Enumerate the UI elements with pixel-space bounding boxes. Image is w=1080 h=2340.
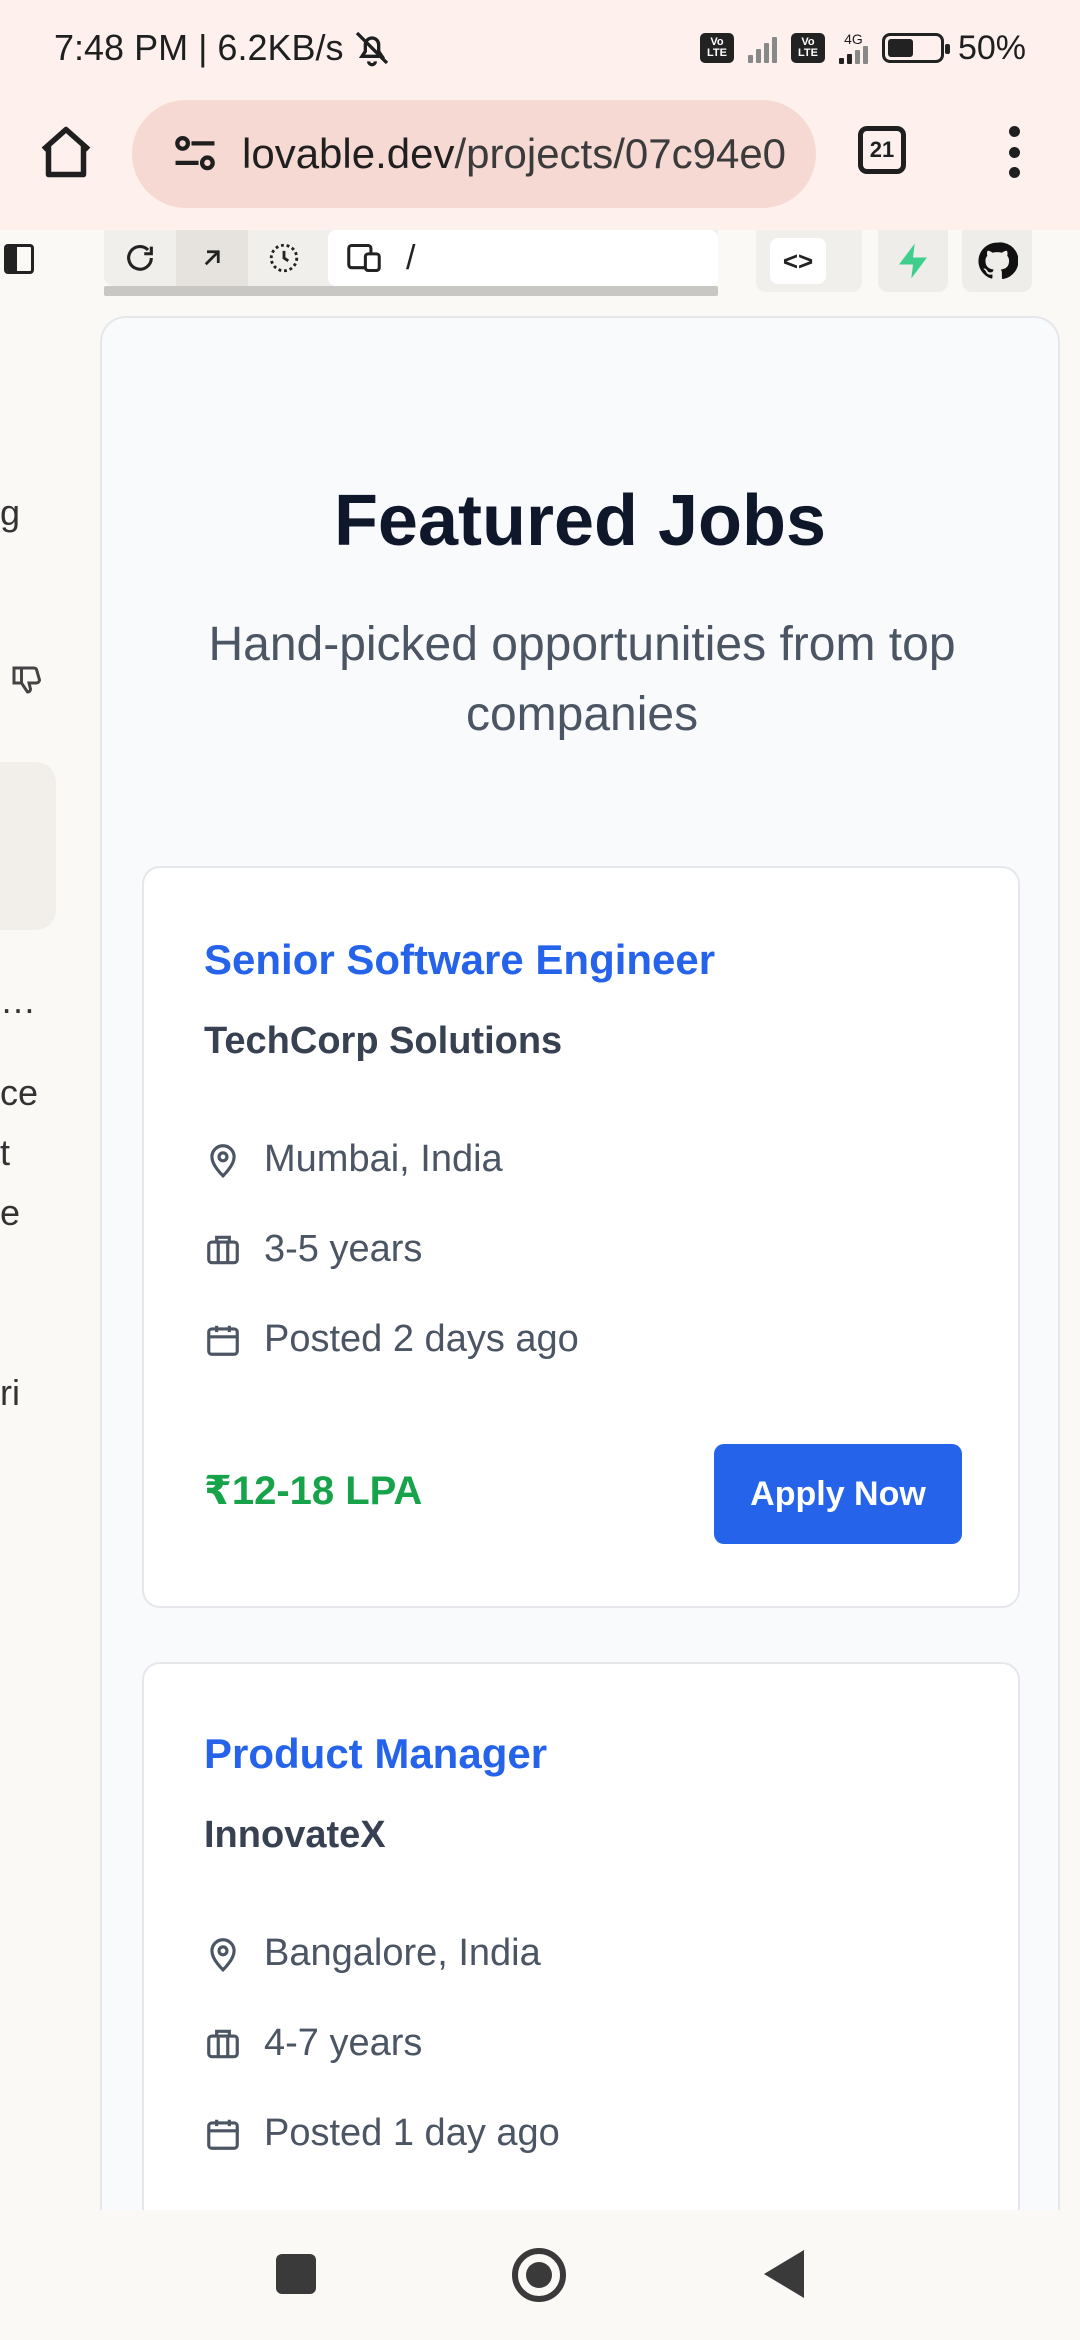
thumbs-down-icon[interactable] bbox=[8, 662, 44, 698]
supabase-button[interactable] bbox=[878, 230, 948, 292]
chat-text-fragment: g bbox=[0, 492, 21, 533]
page-subtitle: Hand-picked opportunities from top compa… bbox=[208, 618, 956, 741]
signal-icon bbox=[747, 33, 777, 63]
volte-icon-2: Vo LTE bbox=[790, 33, 825, 63]
preview-controls: / bbox=[104, 230, 718, 286]
status-time-speed: 7:48 PM | 6.2KB/s bbox=[54, 27, 344, 68]
editor-toolbar: / <> bbox=[0, 230, 1080, 300]
chat-text-fragment: … bbox=[0, 980, 36, 1021]
chat-text-fragment: t bbox=[0, 1132, 11, 1173]
github-button[interactable] bbox=[962, 230, 1032, 292]
chat-message-card bbox=[0, 762, 56, 930]
job-posted: Posted 1 day ago bbox=[204, 2112, 560, 2155]
history-button[interactable] bbox=[248, 230, 320, 286]
job-card: Senior Software Engineer TechCorp Soluti… bbox=[142, 866, 1020, 1608]
network-type: 4G bbox=[838, 32, 868, 64]
sidebar-toggle-icon[interactable] bbox=[4, 244, 34, 274]
job-experience: 4-7 years bbox=[204, 2022, 422, 2065]
open-external-button[interactable] bbox=[176, 230, 248, 286]
job-company: InnovateX bbox=[204, 1814, 386, 1856]
refresh-icon bbox=[127, 245, 153, 271]
code-button[interactable]: <> bbox=[756, 230, 862, 292]
job-posted-text: Posted 2 days ago bbox=[264, 1318, 579, 1360]
url-field[interactable]: lovable.dev/projects/07c94e0 bbox=[132, 100, 816, 208]
job-salary: ₹12-18 LPA bbox=[204, 1469, 423, 1513]
home-button[interactable] bbox=[512, 2248, 566, 2302]
apply-now-button[interactable]: Apply Now bbox=[714, 1444, 962, 1544]
battery-icon bbox=[881, 33, 950, 63]
browser-address-bar: lovable.dev/projects/07c94e0 21 bbox=[0, 96, 1080, 230]
job-company: TechCorp Solutions bbox=[204, 1020, 563, 1062]
device-icon[interactable] bbox=[346, 242, 382, 274]
chat-text-fragment: e bbox=[0, 1192, 21, 1233]
url-text: lovable.dev/projects/07c94e0 bbox=[242, 130, 787, 177]
home-icon[interactable] bbox=[36, 122, 96, 182]
arrow-up-right-icon bbox=[204, 250, 220, 266]
chat-text-fragment: ri bbox=[0, 1372, 20, 1413]
map-pin-icon bbox=[210, 1143, 236, 1178]
github-icon bbox=[978, 242, 1018, 280]
phone-screen: 7:48 PM | 6.2KB/s Vo LTE Vo LTE 4G 50% l… bbox=[0, 0, 1080, 2340]
more-options-icon[interactable] bbox=[1000, 122, 1028, 182]
route-box[interactable]: / bbox=[328, 230, 718, 286]
job-location: Bangalore, India bbox=[204, 1932, 541, 1975]
page-title: Featured Jobs bbox=[333, 481, 827, 561]
battery-percent: 50% bbox=[957, 28, 1026, 67]
job-experience: 3-5 years bbox=[204, 1228, 422, 1271]
job-title[interactable]: Senior Software Engineer bbox=[204, 936, 715, 984]
battery-fill bbox=[887, 39, 913, 57]
back-button[interactable] bbox=[764, 2250, 804, 2298]
job-location-text: Bangalore, India bbox=[264, 1932, 541, 1974]
site-settings-icon[interactable] bbox=[172, 134, 218, 174]
app-preview-frame: Featured Jobs Hand-picked opportunities … bbox=[100, 316, 1060, 2306]
briefcase-icon bbox=[207, 1235, 239, 1264]
job-location: Mumbai, India bbox=[204, 1138, 503, 1181]
map-pin-icon bbox=[210, 1937, 236, 1972]
calendar-icon bbox=[207, 2119, 239, 2150]
refresh-button[interactable] bbox=[104, 230, 176, 286]
supabase-icon bbox=[899, 243, 927, 279]
job-location-text: Mumbai, India bbox=[264, 1138, 503, 1180]
job-experience-text: 3-5 years bbox=[264, 1228, 423, 1270]
bell-off-icon bbox=[355, 31, 388, 67]
code-icon: <> bbox=[770, 238, 826, 284]
route-path: / bbox=[406, 238, 416, 277]
signal-icon-2 bbox=[838, 46, 868, 64]
job-posted: Posted 2 days ago bbox=[204, 1318, 579, 1361]
status-bar: 7:48 PM | 6.2KB/s Vo LTE Vo LTE 4G 50% bbox=[0, 0, 1080, 96]
job-title[interactable]: Product Manager bbox=[204, 1730, 547, 1778]
history-icon bbox=[269, 243, 299, 273]
job-experience-text: 4-7 years bbox=[264, 2022, 423, 2064]
job-posted-text: Posted 1 day ago bbox=[264, 2112, 560, 2154]
chat-text-fragment: ce bbox=[0, 1072, 39, 1113]
calendar-icon bbox=[207, 1325, 239, 1356]
chat-panel-partial: g … ce t e ri bbox=[0, 300, 100, 2210]
preview-progress bbox=[104, 286, 718, 296]
recents-button[interactable] bbox=[276, 2254, 316, 2294]
tab-switcher-button[interactable]: 21 bbox=[858, 126, 906, 174]
volte-icon: Vo LTE bbox=[699, 33, 734, 63]
briefcase-icon bbox=[207, 2029, 239, 2058]
system-nav-bar bbox=[0, 2210, 1080, 2340]
